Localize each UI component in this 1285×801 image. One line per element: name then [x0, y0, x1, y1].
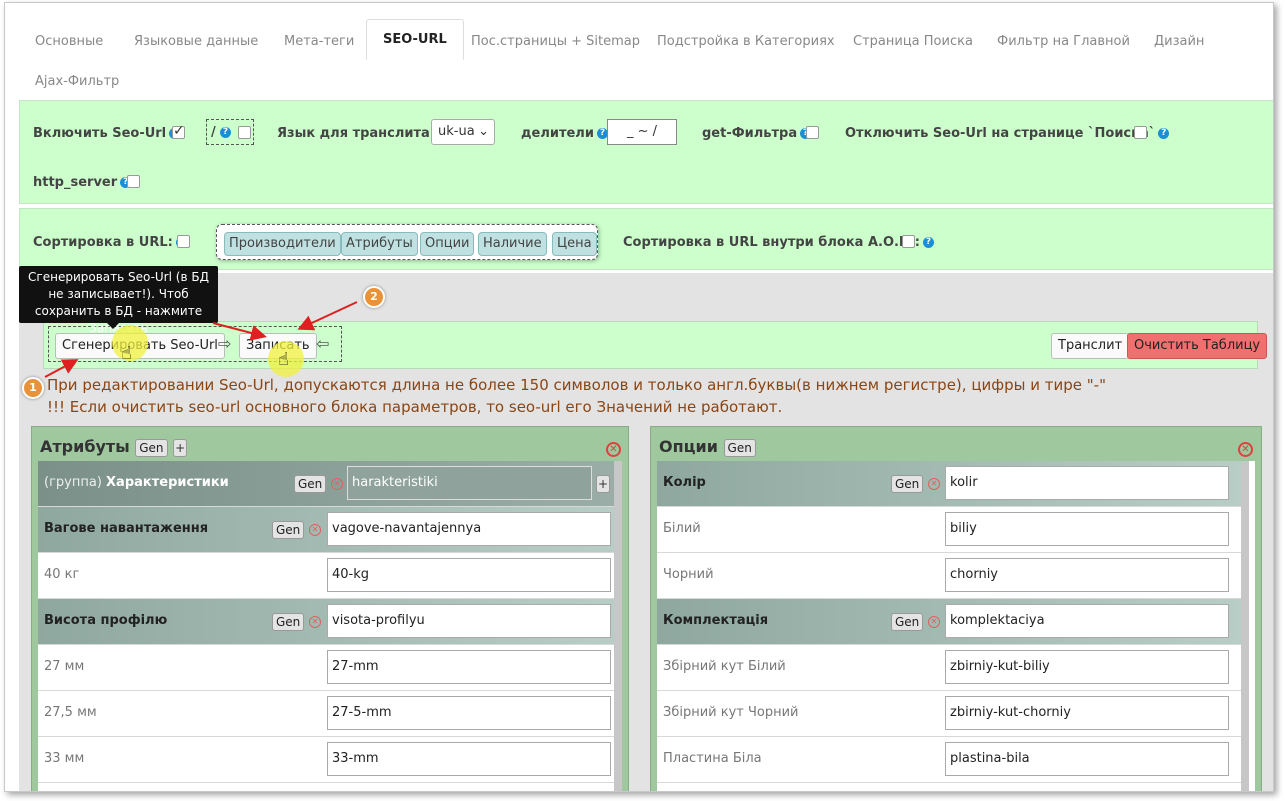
- arrow-tooltip: [212, 322, 267, 341]
- annotation-arrows: [44, 301, 358, 378]
- step-badge-2: 2: [363, 286, 385, 308]
- arrow-1: [44, 359, 79, 378]
- step-badge-1: 1: [22, 377, 44, 399]
- window-frame: Основные Языковые данные Мета-теги SEO-U…: [4, 2, 1274, 792]
- arrow-2: [297, 301, 358, 331]
